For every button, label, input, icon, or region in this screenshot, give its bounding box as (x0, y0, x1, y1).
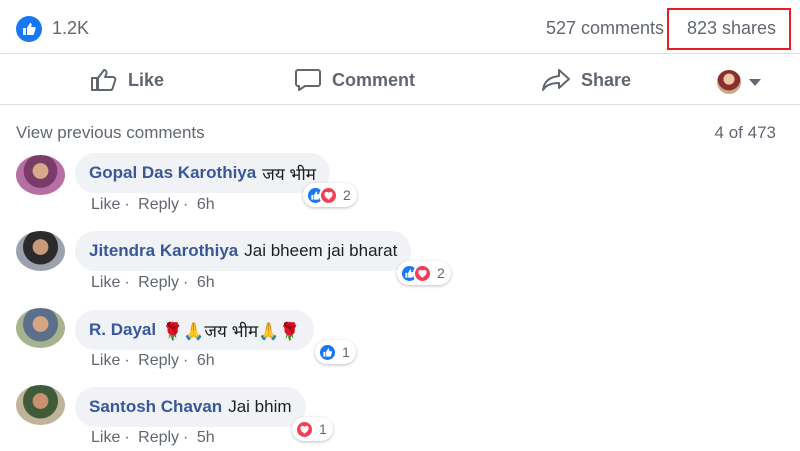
comment-item: Jitendra Karothiya Jai bheem jai bharat … (0, 231, 800, 307)
thumbs-up-icon (91, 69, 117, 91)
comment-bubble: R. Dayal 🌹🙏जय भीम🙏🌹 (75, 310, 315, 350)
comment-actions: Like · Reply · 6h (91, 274, 215, 291)
comments-count-link[interactable]: 527 comments (546, 18, 664, 39)
comment-text: 🌹🙏जय भीम🙏🌹 (162, 321, 301, 341)
comment-text: जय भीम (262, 164, 316, 184)
shares-count-link[interactable]: 823 shares (687, 18, 776, 39)
comment-reply-link[interactable]: Reply (138, 429, 179, 446)
comment-author[interactable]: R. Dayal (89, 320, 156, 340)
reaction-count: 2 (437, 265, 445, 281)
like-count[interactable]: 1.2K (52, 18, 89, 39)
love-icon (413, 263, 432, 283)
share-button-label: Share (581, 69, 632, 90)
user-avatar (717, 70, 741, 94)
comment-author[interactable]: Gopal Das Karothiya (89, 163, 256, 183)
like-icon (318, 342, 337, 362)
comment-bubble: Santosh Chavan Jai bhim (75, 387, 306, 427)
comment-author[interactable]: Jitendra Karothiya (89, 241, 238, 261)
view-previous-comments-link[interactable]: View previous comments (16, 123, 205, 143)
comment-actions: Like · Reply · 5h (91, 429, 215, 446)
comment-text: Jai bhim (228, 397, 292, 416)
avatar[interactable] (16, 155, 65, 195)
comment-reply-link[interactable]: Reply (138, 196, 179, 213)
post-stats-bar: 1.2K 527 comments 823 shares (0, 0, 800, 54)
comment-count-indicator: 4 of 473 (714, 123, 776, 142)
reaction-summary[interactable]: 2 (397, 261, 451, 285)
post-action-bar: Like Comment Share (0, 55, 800, 105)
like-button[interactable]: Like (90, 67, 164, 93)
comment-like-link[interactable]: Like (91, 196, 120, 213)
share-arrow-icon (542, 69, 570, 91)
like-button-label: Like (128, 69, 165, 90)
comment-item: R. Dayal 🌹🙏जय भीम🙏🌹 1 Like · Reply · 6h (0, 308, 800, 386)
reaction-count: 2 (343, 187, 351, 203)
comment-like-link[interactable]: Like (91, 429, 120, 446)
share-button[interactable]: Share (541, 67, 631, 93)
avatar[interactable] (16, 231, 65, 271)
reaction-summary[interactable]: 1 (292, 417, 333, 441)
avatar[interactable] (16, 308, 65, 348)
reaction-count: 1 (342, 344, 350, 360)
comment-like-link[interactable]: Like (91, 274, 120, 291)
comment-timestamp[interactable]: 5h (197, 429, 215, 446)
comment-button-label: Comment (332, 69, 416, 90)
comment-timestamp[interactable]: 6h (197, 274, 215, 291)
comment-actions: Like · Reply · 6h (91, 352, 215, 369)
reaction-as-selector[interactable] (717, 69, 761, 95)
reaction-summary[interactable]: 2 (303, 183, 357, 207)
comment-actions: Like · Reply · 6h (91, 196, 215, 213)
comment-reply-link[interactable]: Reply (138, 274, 179, 291)
comment-item: Gopal Das Karothiya जय भीम 2 Like · Reply… (0, 153, 800, 229)
love-icon (319, 185, 338, 205)
comment-reply-link[interactable]: Reply (138, 352, 179, 369)
love-icon (295, 419, 314, 439)
reaction-count: 1 (319, 421, 327, 437)
comment-button[interactable]: Comment (294, 67, 415, 93)
comment-timestamp[interactable]: 6h (197, 196, 215, 213)
comment-bubble: Jitendra Karothiya Jai bheem jai bharat (75, 231, 412, 271)
comment-timestamp[interactable]: 6h (197, 352, 215, 369)
comment-item: Santosh Chavan Jai bhim 1 Like · Reply · 5… (0, 385, 800, 451)
comment-like-link[interactable]: Like (91, 352, 120, 369)
comment-text: Jai bheem jai bharat (244, 241, 398, 260)
avatar[interactable] (16, 385, 65, 425)
like-reaction-icon[interactable] (16, 16, 42, 42)
reaction-summary[interactable]: 1 (315, 340, 356, 364)
comment-bubble: Gopal Das Karothiya जय भीम (75, 153, 330, 193)
chevron-down-icon (749, 78, 761, 86)
comment-author[interactable]: Santosh Chavan (89, 397, 222, 417)
comment-bubble-icon (295, 69, 321, 91)
